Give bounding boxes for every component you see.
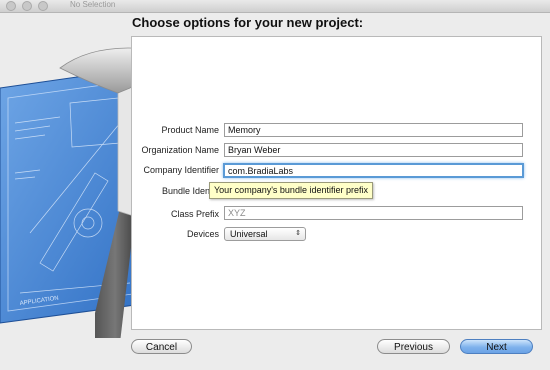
close-window-button[interactable] bbox=[6, 1, 16, 11]
sheet-heading: Choose options for your new project: bbox=[132, 15, 364, 30]
next-button[interactable]: Next bbox=[460, 339, 533, 354]
cancel-button[interactable]: Cancel bbox=[131, 339, 192, 354]
zoom-window-button[interactable] bbox=[38, 1, 48, 11]
devices-select-value: Universal bbox=[230, 229, 268, 239]
company-identifier-label: Company Identifier bbox=[143, 165, 219, 175]
organization-name-label: Organization Name bbox=[141, 145, 219, 155]
product-name-label: Product Name bbox=[161, 125, 219, 135]
minimize-window-button[interactable] bbox=[22, 1, 32, 11]
window-titlebar: No Selection bbox=[0, 0, 550, 13]
class-prefix-label: Class Prefix bbox=[170, 209, 219, 219]
devices-select[interactable]: Universal ⇕ bbox=[224, 227, 306, 241]
class-prefix-field[interactable] bbox=[224, 206, 523, 220]
bundle-identifier-label: Bundle Identifi bbox=[161, 186, 219, 196]
company-identifier-field[interactable] bbox=[223, 163, 524, 178]
chevron-updown-icon: ⇕ bbox=[295, 230, 301, 237]
devices-label: Devices bbox=[186, 229, 219, 239]
window-title: No Selection bbox=[70, 0, 116, 9]
product-name-field[interactable] bbox=[224, 123, 523, 137]
previous-button[interactable]: Previous bbox=[377, 339, 450, 354]
bundle-identifier-tooltip: Your company's bundle identifier prefix bbox=[209, 182, 373, 199]
organization-name-field[interactable] bbox=[224, 143, 523, 157]
